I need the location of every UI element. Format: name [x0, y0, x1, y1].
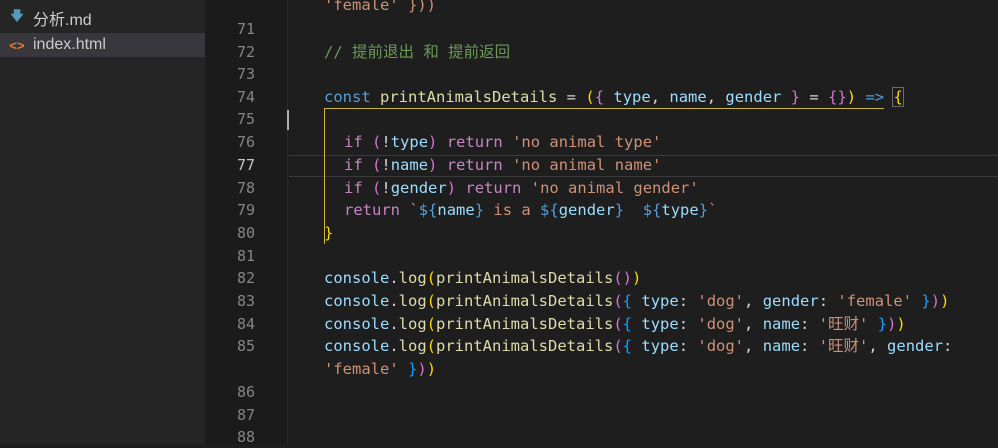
gutter-divider [287, 0, 288, 444]
code-line: console.log(printAnimalsDetails({ type: … [324, 315, 906, 333]
code-line: if (!type) return 'no animal type' [344, 133, 662, 151]
code-line: console.log(printAnimalsDetails()) [324, 269, 642, 287]
code-line-current: if (!name) return 'no animal name' [344, 156, 662, 174]
line-number: 74 [236, 88, 255, 106]
code-line-function-declaration: const printAnimalsDetails = ({ type, nam… [324, 87, 904, 107]
file-name: 分析.md [33, 12, 92, 29]
line-number: 71 [236, 20, 255, 38]
code-line-wrapped: 'female' })) [324, 360, 437, 378]
line-number: 78 [236, 179, 255, 197]
code-line: console.log(printAnimalsDetails({ type: … [324, 337, 953, 355]
line-number: 76 [236, 133, 255, 151]
line-number: 81 [236, 247, 255, 265]
file-explorer: 🡇 分析.md <> index.html [0, 0, 205, 444]
closing-brace: } [324, 224, 334, 242]
line-number: 83 [236, 292, 255, 310]
line-number: 79 [236, 201, 255, 219]
line-number-current: 77 [236, 156, 255, 174]
code-comment: // 提前退出 和 提前返回 [324, 43, 511, 61]
html-icon: <> [9, 37, 25, 53]
code-line: return `${name} is a ${gender} ${type}` [344, 201, 718, 219]
code-line: if (!gender) return 'no animal gender' [344, 179, 699, 197]
file-item-analysis-md[interactable]: 🡇 分析.md [0, 6, 205, 30]
line-number: 72 [236, 43, 255, 61]
line-number: 80 [236, 224, 255, 242]
text-cursor [287, 110, 289, 130]
line-number: 88 [236, 428, 255, 446]
code-line: console.log(printAnimalsDetails({ type: … [324, 292, 950, 310]
line-number: 87 [236, 406, 255, 424]
code-editor[interactable]: 71 72 73 74 75 76 77 78 79 80 81 82 83 8… [205, 0, 998, 446]
file-item-index-html[interactable]: <> index.html [0, 33, 205, 57]
line-number: 86 [236, 383, 255, 401]
line-number: 85 [236, 337, 255, 355]
line-number: 82 [236, 269, 255, 287]
bracket-scope-guide-top [324, 108, 884, 109]
file-name: index.html [33, 36, 106, 53]
line-number: 84 [236, 315, 255, 333]
code-line: 'female' })) [324, 0, 436, 14]
line-number: 75 [236, 110, 255, 128]
line-number: 73 [236, 65, 255, 83]
markdown-icon: 🡇 [10, 8, 24, 23]
